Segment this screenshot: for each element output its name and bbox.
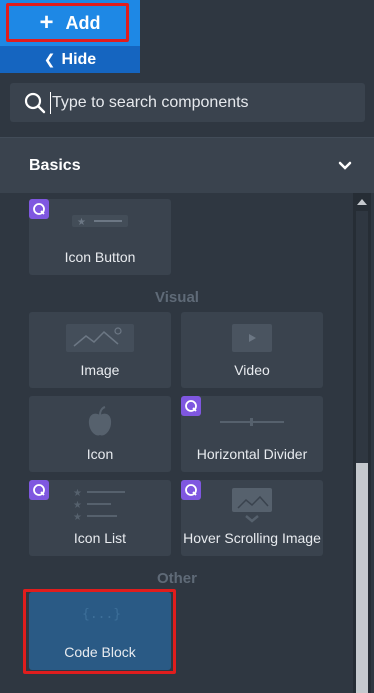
component-card-image[interactable]: Image: [29, 312, 171, 388]
search-box[interactable]: [10, 83, 365, 122]
scrollbar[interactable]: [353, 193, 371, 693]
card-label: Icon: [86, 446, 114, 462]
video-icon: [232, 324, 272, 352]
card-label: Icon List: [73, 530, 127, 546]
chevron-left-icon: ❮: [43, 51, 56, 67]
premium-badge: [181, 396, 201, 416]
card-label: Image: [80, 362, 120, 378]
card-label: Hover Scrolling Image: [183, 530, 321, 546]
apple-icon: [88, 406, 112, 436]
hover-scroll-image-icon: [232, 488, 272, 523]
add-button[interactable]: + Add: [0, 0, 140, 46]
svg-text:★: ★: [73, 500, 82, 511]
group-title-visual: Visual: [155, 289, 199, 306]
search-input[interactable]: [52, 93, 332, 112]
icon-button-icon: ★: [72, 215, 128, 228]
hide-button-label: Hide: [61, 50, 97, 68]
highlight-outline: [23, 589, 176, 674]
component-card-icon-list[interactable]: ★ ★ ★ Icon List: [29, 480, 171, 556]
premium-badge: [29, 480, 49, 500]
scrollbar-thumb[interactable]: [356, 463, 368, 693]
section-header-basics[interactable]: Basics: [0, 137, 374, 193]
image-icon: [66, 324, 134, 352]
components-panel: ★ Icon Button Visual Image Video Icon Ho…: [0, 193, 374, 693]
divider-icon: [220, 418, 284, 426]
group-title-other: Other: [156, 570, 197, 587]
text-cursor: [50, 91, 51, 114]
component-card-video[interactable]: Video: [181, 312, 323, 388]
chevron-down-icon: [338, 161, 352, 170]
premium-badge: [29, 199, 49, 219]
scroll-up-arrow-icon[interactable]: [357, 199, 367, 205]
svg-text:★: ★: [73, 488, 82, 499]
icon-list-icon: ★ ★ ★: [73, 488, 125, 522]
svg-text:★: ★: [73, 512, 82, 522]
component-card-icon[interactable]: Icon: [29, 396, 171, 472]
section-title: Basics: [29, 156, 81, 174]
highlight-outline: [6, 3, 129, 42]
component-card-horizontal-divider[interactable]: Horizontal Divider: [181, 396, 323, 472]
hide-button[interactable]: ❮ Hide: [0, 46, 140, 73]
card-label: Icon Button: [64, 249, 136, 265]
card-label: Video: [234, 362, 270, 378]
premium-badge: [181, 480, 201, 500]
component-card-hover-scrolling-image[interactable]: Hover Scrolling Image: [181, 480, 323, 556]
search-icon: [24, 92, 46, 113]
svg-text:★: ★: [77, 217, 86, 228]
card-label: Horizontal Divider: [196, 446, 308, 462]
component-card-icon-button[interactable]: ★ Icon Button: [29, 199, 171, 275]
